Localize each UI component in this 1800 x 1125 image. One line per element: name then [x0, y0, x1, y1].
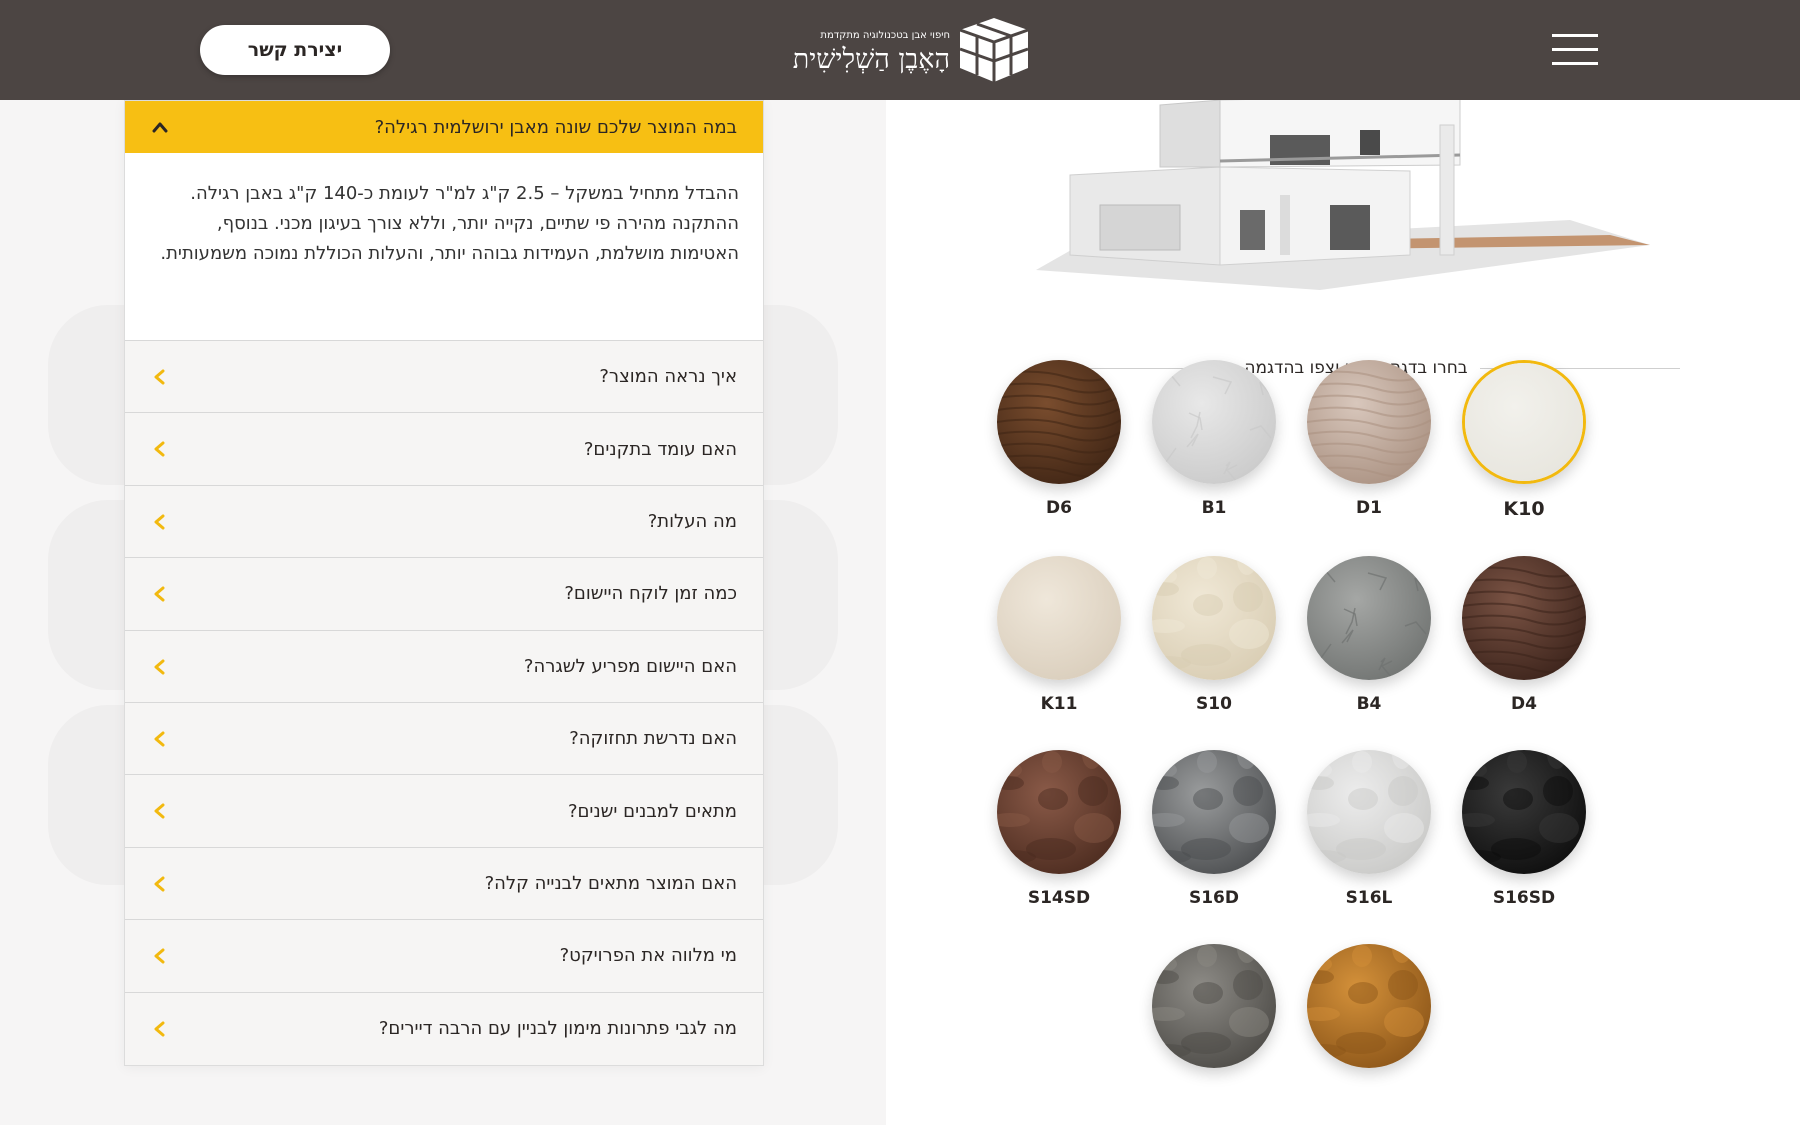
chevron-left-icon [154, 659, 165, 675]
logo-tagline: חיפוי אבן בטכנולוגיה מתקדמת [820, 30, 950, 41]
faq-question: מי מלווה את הפרויקט? [559, 945, 737, 967]
faq-question: האם נדרשת תחזוקה? [569, 728, 737, 750]
faq-item[interactable]: האם נדרשת תחזוקה? [125, 702, 763, 776]
sample-texture-circle [1307, 750, 1431, 874]
sample-texture-circle [1307, 944, 1431, 1068]
sample-code: S16SD [1492, 888, 1556, 908]
faq-question: מתאים למבנים ישנים? [567, 800, 737, 822]
sample-swatch[interactable]: K11 [995, 556, 1123, 714]
sample-code: K11 [1040, 694, 1078, 714]
sample-code: S14SD [1027, 888, 1091, 908]
logo-name: הָאֶבֶן הַשְׁלִישִׁית [792, 44, 950, 75]
faq-item[interactable]: מי מלווה את הפרויקט? [125, 920, 763, 993]
faq-list: איך נראה המוצר? האם עומד בתקנים? מה העלות?… [125, 341, 763, 1065]
sample-swatch[interactable]: S14SD [995, 750, 1123, 908]
sample-code: K10 [1503, 498, 1545, 520]
faq-item[interactable]: מה לגבי פתרונות מימון לבניין עם הרבה דיי… [125, 992, 763, 1065]
sample-code: D1 [1356, 498, 1382, 518]
sample-texture-circle [1152, 750, 1276, 874]
chevron-up-icon [152, 122, 168, 133]
sample-swatch[interactable]: K10 [1460, 360, 1588, 520]
sample-texture-circle [997, 360, 1121, 484]
site-header: יצירת קשר חיפוי אבן בטכנולוגיה מתקדמת הָ… [0, 0, 1800, 100]
sample-swatch[interactable]: B4 [1305, 556, 1433, 714]
faq-question: מה לגבי פתרונות מימון לבניין עם הרבה דיי… [378, 1018, 737, 1040]
sample-swatch[interactable]: S10 [1150, 556, 1278, 714]
sample-texture-circle [997, 556, 1121, 680]
contact-button[interactable]: יצירת קשר [200, 25, 390, 75]
chevron-left-icon [154, 441, 165, 457]
sample-code: S10 [1196, 694, 1232, 714]
faq-item[interactable]: איך נראה המוצר? [125, 341, 763, 414]
faq-question: האם המוצר מתאים לבנייה קלה? [484, 872, 737, 894]
faq-question: איך נראה המוצר? [599, 366, 737, 388]
logo-cube-icon [959, 18, 1029, 82]
sample-texture-circle [1152, 556, 1276, 680]
faq-item[interactable]: כמה זמן לוקח היישום? [125, 558, 763, 631]
faq-item[interactable]: מה העלות? [125, 485, 763, 559]
sample-swatch[interactable] [1305, 944, 1433, 1082]
sample-texture-circle [1462, 556, 1586, 680]
sample-swatch[interactable]: S16SD [1460, 750, 1588, 908]
faq-item[interactable]: האם המוצר מתאים לבנייה קלה? [125, 847, 763, 921]
sample-swatch[interactable]: S16L [1305, 750, 1433, 908]
faq-item-open[interactable]: במה המוצר שלכם שונה מאבן ירושלמית רגילה? [125, 101, 763, 153]
sample-texture-circle [997, 750, 1121, 874]
faq-item[interactable]: מתאים למבנים ישנים? [125, 775, 763, 848]
sample-swatch[interactable] [1150, 944, 1278, 1082]
faq-question: במה המוצר שלכם שונה מאבן ירושלמית רגילה? [374, 116, 737, 138]
sample-code: S16L [1345, 888, 1393, 908]
sample-swatch[interactable]: D4 [1460, 556, 1588, 714]
sample-texture-circle [1462, 360, 1586, 484]
hamburger-icon[interactable] [1552, 34, 1600, 66]
faq-item[interactable]: האם עומד בתקנים? [125, 413, 763, 486]
chevron-left-icon [154, 876, 165, 892]
faq-question: האם היישום מפריע לשגרה? [523, 655, 737, 677]
faq-accordion: במה המוצר שלכם שונה מאבן ירושלמית רגילה?… [124, 100, 764, 1066]
chevron-left-icon [154, 514, 165, 530]
faq-answer-text: ההבדל מתחיל במשקל – 2.5 ק"ג למ"ר לעומת כ… [160, 183, 739, 264]
faq-question: כמה זמן לוקח היישום? [564, 583, 737, 605]
sample-code: D6 [1046, 498, 1072, 518]
chevron-left-icon [154, 369, 165, 385]
sample-swatch[interactable]: S16D [1150, 750, 1278, 908]
chevron-left-icon [154, 1021, 165, 1037]
sample-texture-circle [1307, 360, 1431, 484]
faq-answer: ההבדל מתחיל במשקל – 2.5 ק"ג למ"ר לעומת כ… [125, 153, 763, 341]
site-logo[interactable]: חיפוי אבן בטכנולוגיה מתקדמת הָאֶבֶן הַשְ… [770, 14, 1030, 86]
faq-question: מה העלות? [647, 510, 737, 532]
sample-swatch[interactable]: D1 [1305, 360, 1433, 518]
sample-code: D4 [1511, 694, 1537, 714]
house-image [1036, 95, 1650, 290]
sample-texture-circle [1152, 944, 1276, 1068]
sample-swatch[interactable]: D6 [995, 360, 1123, 518]
sample-swatch[interactable]: B1 [1150, 360, 1278, 518]
sample-code: B4 [1356, 694, 1382, 714]
chevron-left-icon [154, 803, 165, 819]
sample-texture-circle [1462, 750, 1586, 874]
sample-texture-circle [1307, 556, 1431, 680]
faq-item[interactable]: האם היישום מפריע לשגרה? [125, 630, 763, 703]
chevron-left-icon [154, 948, 165, 964]
sample-code: B1 [1201, 498, 1227, 518]
chevron-left-icon [154, 586, 165, 602]
sample-texture-circle [1152, 360, 1276, 484]
sample-code: S16D [1188, 888, 1239, 908]
chevron-left-icon [154, 731, 165, 747]
faq-question: האם עומד בתקנים? [583, 438, 737, 460]
